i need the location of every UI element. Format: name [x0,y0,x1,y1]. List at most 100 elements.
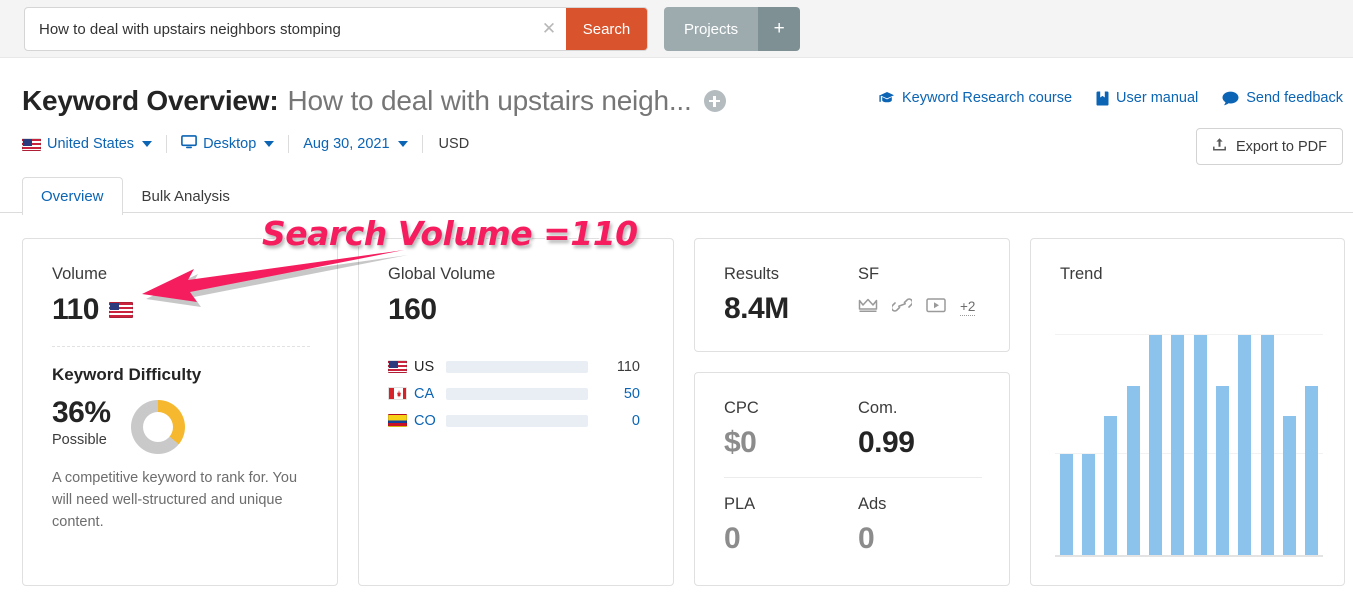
tab-bar: Overview Bulk Analysis [22,176,249,215]
country-cell: US [388,359,446,375]
chart-bar[interactable] [1260,335,1274,555]
ads-value: 0 [858,522,875,555]
upload-icon [1212,137,1227,156]
list-item[interactable]: US 110 [388,353,646,380]
chevron-down-icon [142,141,153,147]
flag-us-icon [22,137,41,151]
date-filter-label: Aug 30, 2021 [303,136,390,152]
volume-value: 110 [52,293,99,326]
date-filter[interactable]: Aug 30, 2021 [303,136,421,152]
search-button[interactable]: Search [566,8,647,50]
search-box: ✕ Search [24,7,648,51]
trend-bar-chart [1055,311,1323,557]
chart-bar[interactable] [1126,385,1140,555]
chart-bar[interactable] [1305,385,1319,555]
user-manual-link[interactable]: User manual [1096,90,1198,106]
results-sf-card: Results 8.4M SF +2 [694,238,1010,352]
chart-bar[interactable] [1171,335,1185,555]
country-volume[interactable]: 50 [588,386,640,402]
keyword-difficulty-label: Keyword Difficulty [52,365,202,384]
country-code[interactable]: CO [414,413,436,429]
keyword-difficulty-block: 36% Possible [52,396,185,454]
country-cell: CA [388,386,446,402]
currency-label: USD [438,136,470,152]
chart-gridline [1055,334,1323,335]
plus-circle-icon[interactable] [703,90,726,112]
chart-axis [1055,555,1323,557]
header-links: Keyword Research course User manual Send… [879,90,1343,106]
results-value: 8.4M [724,292,789,325]
pla-label: PLA [724,495,756,513]
user-manual-label: User manual [1116,90,1199,106]
trend-card: Trend [1030,238,1345,586]
link-icon[interactable] [890,297,914,318]
filters-row: United States Desktop Aug 30, 2021 USD [22,135,469,153]
top-search-bar: ✕ Search Projects + [0,0,1353,58]
country-code: US [414,358,435,375]
list-item[interactable]: CA 50 [388,380,646,407]
speech-bubble-icon [1222,91,1239,106]
chart-bar[interactable] [1193,335,1207,555]
keyword-difficulty-value: 36% [52,396,111,429]
clear-search-icon[interactable]: ✕ [532,8,566,50]
chart-bar[interactable] [1104,416,1118,555]
competition-label: Com. [858,399,898,417]
page-title-keyword: How to deal with upstairs neigh... [287,85,692,116]
card-divider [724,477,982,478]
video-icon[interactable] [926,297,946,318]
country-code[interactable]: CA [414,386,434,402]
chart-bar[interactable] [1059,453,1073,555]
card-divider [52,346,310,347]
sf-more-button[interactable]: +2 [960,299,976,316]
chart-bar[interactable] [1283,416,1296,555]
flag-us-icon [108,302,133,318]
tab-bulk-analysis[interactable]: Bulk Analysis [123,177,249,215]
chart-bar[interactable] [1149,335,1162,555]
cpc-label: CPC [724,399,759,417]
page-title-prefix: Keyword Overview: [22,85,279,116]
cpc-metrics-card: CPC $0 Com. 0.99 PLA 0 Ads 0 [694,372,1010,586]
search-input[interactable] [25,8,532,50]
crown-icon[interactable] [858,297,878,318]
volume-bar [446,387,588,400]
tab-overview[interactable]: Overview [22,177,123,215]
volume-bar [446,414,588,427]
pla-value: 0 [724,522,741,555]
add-project-button[interactable]: + [758,7,801,51]
arrow-left-icon [140,248,410,315]
country-filter[interactable]: United States [22,136,166,152]
keyword-research-course-link[interactable]: Keyword Research course [879,90,1072,106]
flag-co-icon [388,414,407,427]
export-to-pdf-label: Export to PDF [1235,138,1327,155]
chart-bar[interactable] [1082,453,1095,555]
device-filter[interactable]: Desktop [181,135,288,153]
sf-label: SF [858,265,880,283]
export-to-pdf-button[interactable]: Export to PDF [1195,128,1343,165]
global-volume-country-list: US 110 CA 50 CO 0 [388,353,646,434]
sf-icon-list: +2 [858,297,976,318]
keyword-research-course-label: Keyword Research course [901,90,1073,106]
results-label: Results [724,265,780,283]
graduation-cap-icon [879,91,895,105]
projects-button[interactable]: Projects [664,7,759,51]
country-filter-label: United States [47,136,135,152]
chart-bar[interactable] [1216,385,1229,555]
competition-value: 0.99 [858,426,915,459]
projects-control: Projects + [664,7,801,51]
keyword-difficulty-donut [130,400,185,454]
chevron-down-icon [264,141,275,147]
monitor-icon [181,135,197,153]
flag-ca-icon [388,387,407,400]
cpc-value: $0 [724,426,757,459]
filter-divider [421,135,423,153]
flag-us-icon [388,360,407,373]
send-feedback-link[interactable]: Send feedback [1222,90,1343,106]
chart-bar[interactable] [1238,335,1252,555]
page-title: Keyword Overview: How to deal with upsta… [22,85,726,117]
chevron-down-icon [397,141,408,147]
filter-divider [288,135,290,153]
trend-label: Trend [1060,265,1103,283]
list-item[interactable]: CO 0 [388,407,646,434]
country-volume[interactable]: 0 [588,413,640,429]
book-icon [1096,91,1109,106]
